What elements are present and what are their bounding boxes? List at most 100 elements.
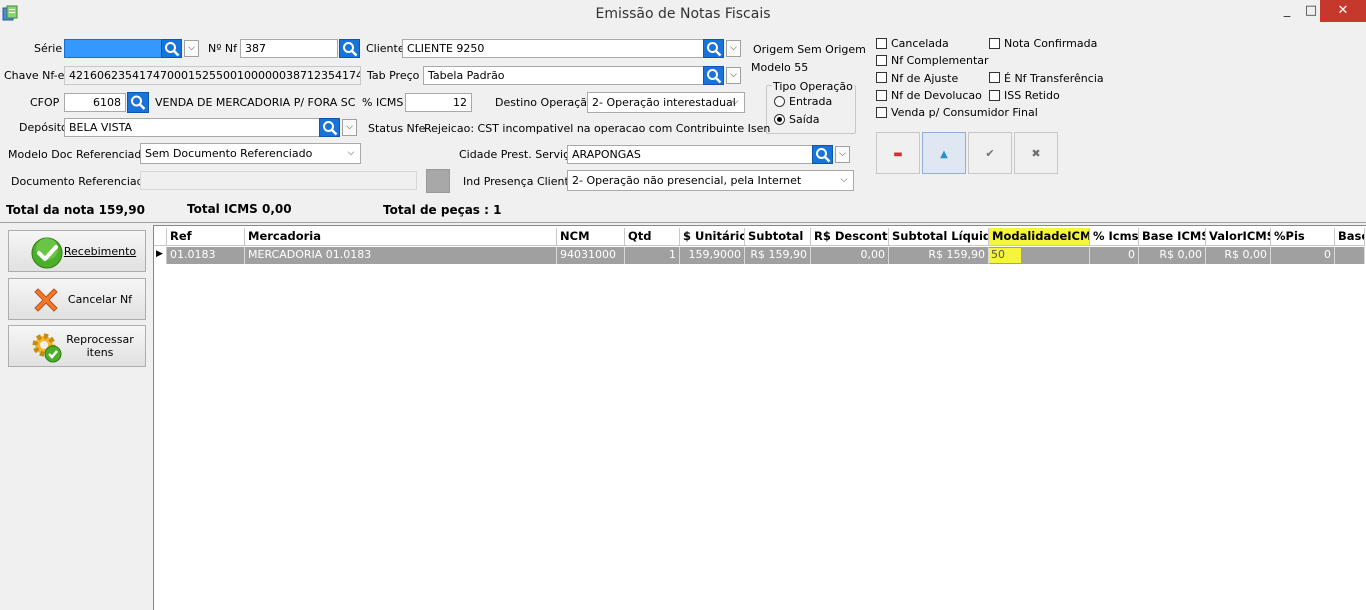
row-indicator-icon: ▶ <box>154 247 167 264</box>
nf-devolucao-checkbox[interactable] <box>876 90 887 101</box>
col-header-ref[interactable]: Ref <box>167 228 245 246</box>
cfop-search-button[interactable] <box>127 92 149 113</box>
deposito-field[interactable]: BELA VISTA <box>64 118 320 137</box>
close-button[interactable]: ✕ <box>1320 0 1366 22</box>
cancel-button[interactable]: ✖ <box>1014 132 1058 174</box>
cliente-dropdown-button[interactable]: ⌵ <box>726 40 741 57</box>
cidade-field[interactable]: ARAPONGAS <box>567 145 813 164</box>
col-header-subtotal-liquido[interactable]: Subtotal Líquido <box>889 228 989 246</box>
modelo-text: Modelo 55 <box>751 61 809 74</box>
cancelar-nf-button[interactable]: Cancelar Nf <box>8 278 146 320</box>
reprocessar-itens-button[interactable]: Reprocessar itens <box>8 325 146 367</box>
cancel-x-icon <box>31 285 61 318</box>
cell-ncm[interactable]: 94031000 <box>557 247 625 264</box>
reprocessar-itens-label: Reprocessar itens <box>59 326 141 366</box>
nf-complementar-checkbox[interactable] <box>876 55 887 66</box>
saida-radio[interactable] <box>774 114 785 125</box>
cell-unitario[interactable]: 159,9000 <box>680 247 745 264</box>
serie-dropdown-button[interactable]: ⌵ <box>184 40 199 57</box>
indpres-value: 2- Operação não presencial, pela Interne… <box>572 174 802 187</box>
minus-button[interactable]: ▬ <box>876 132 920 174</box>
deposito-search-button[interactable] <box>319 118 340 137</box>
cell-subtotal[interactable]: R$ 159,90 <box>745 247 811 264</box>
col-header-ncm[interactable]: NCM <box>557 228 625 246</box>
saida-label: Saída <box>789 113 820 126</box>
cliente-label: Cliente <box>366 42 405 55</box>
confirm-button[interactable]: ✔ <box>968 132 1012 174</box>
cell-ref[interactable]: 01.0183 <box>167 247 245 264</box>
status-value: Rejeicao: CST incompativel na operacao c… <box>424 122 771 135</box>
nnf-search-button[interactable] <box>339 39 360 58</box>
col-header-modalidade-icms[interactable]: ModalidadeICMS <box>989 228 1090 246</box>
col-header-unitario[interactable]: $ Unitário <box>680 228 745 246</box>
entrada-radio[interactable] <box>774 96 785 107</box>
cidade-search-button[interactable] <box>812 145 833 164</box>
cell-icms[interactable]: 0 <box>1090 247 1139 264</box>
cell-base[interactable] <box>1335 247 1365 264</box>
indpres-select[interactable]: 2- Operação não presencial, pela Interne… <box>567 170 854 191</box>
iss-retido-checkbox[interactable] <box>989 90 1000 101</box>
serie-search-button[interactable] <box>161 39 182 58</box>
recebimento-label: Recebimento <box>63 244 137 258</box>
cell-valor-icms[interactable]: R$ 0,00 <box>1206 247 1271 264</box>
destino-label: Destino Operação <box>495 96 594 109</box>
cell-subtotal-liquido[interactable]: R$ 159,90 <box>889 247 989 264</box>
cell-base-icms[interactable]: R$ 0,00 <box>1139 247 1206 264</box>
iss-retido-label: ISS Retido <box>1004 89 1060 102</box>
docref-button[interactable] <box>426 169 450 193</box>
nf-transferencia-checkbox[interactable] <box>989 72 1000 83</box>
cidade-label: Cidade Prest. Serviço <box>459 148 576 161</box>
divider <box>0 222 1366 223</box>
col-header-subtotal[interactable]: Subtotal <box>745 228 811 246</box>
recebimento-button[interactable]: Recebimento <box>8 230 146 272</box>
chevron-down-icon: ⌵ <box>347 148 355 158</box>
tabpreco-field[interactable]: Tabela Padrão <box>423 66 704 85</box>
search-icon <box>813 147 832 163</box>
venda-consumidor-checkbox[interactable] <box>876 107 887 118</box>
icms-field[interactable]: 12 <box>405 93 472 112</box>
nf-ajuste-checkbox[interactable] <box>876 72 887 83</box>
deposito-dropdown-button[interactable]: ⌵ <box>342 119 357 136</box>
cell-modalidade-icms[interactable]: 50 <box>989 247 1090 264</box>
col-header-mercadoria[interactable]: Mercadoria <box>245 228 557 246</box>
venda-consumidor-label: Venda p/ Consumidor Final <box>891 106 1038 119</box>
items-grid[interactable]: Ref Mercadoria NCM Qtd $ Unitário Subtot… <box>153 225 1366 610</box>
minus-icon: ▬ <box>893 149 903 160</box>
cfop-label: CFOP <box>30 96 60 109</box>
nnf-label: Nº Nf <box>208 42 238 55</box>
cell-pis[interactable]: 0 <box>1271 247 1335 264</box>
cell-mercadoria[interactable]: MERCADORIA 01.0183 <box>245 247 557 264</box>
cfop-field[interactable]: 6108 <box>64 93 126 112</box>
cliente-search-button[interactable] <box>703 39 724 58</box>
col-header-valor-icms[interactable]: ValorICMS <box>1206 228 1271 246</box>
col-header-icms[interactable]: % Icms <box>1090 228 1139 246</box>
nf-transferencia-label: É Nf Transferência <box>1004 72 1104 85</box>
modelodoc-select[interactable]: Sem Documento Referenciado ⌵ <box>140 143 361 164</box>
chevron-down-icon: ⌵ <box>730 43 737 53</box>
col-header-qtd[interactable]: Qtd <box>625 228 680 246</box>
tabpreco-dropdown-button[interactable]: ⌵ <box>726 67 741 84</box>
tabpreco-search-button[interactable] <box>703 66 724 85</box>
grid-corner <box>154 228 167 246</box>
search-icon <box>162 41 181 57</box>
cidade-dropdown-button[interactable]: ⌵ <box>835 146 850 163</box>
cancelada-checkbox[interactable] <box>876 38 887 49</box>
nnf-field[interactable]: 387 <box>240 39 338 58</box>
chevron-down-icon: ⌵ <box>730 70 737 80</box>
triangle-up-icon: ▲ <box>940 149 948 160</box>
cell-qtd[interactable]: 1 <box>625 247 680 264</box>
col-header-base[interactable]: Base <box>1335 228 1365 246</box>
destino-select[interactable]: 2- Operação interestadual ⌵ <box>587 92 745 113</box>
chave-field[interactable]: 4216062354174700015255001000000387123541… <box>64 66 361 85</box>
cliente-field[interactable]: CLIENTE 9250 <box>402 39 704 58</box>
cell-desconto[interactable]: 0,00 <box>811 247 889 264</box>
col-header-base-icms[interactable]: Base ICMS <box>1139 228 1206 246</box>
up-button[interactable]: ▲ <box>922 132 966 174</box>
docref-field[interactable] <box>140 171 417 190</box>
modelodoc-label: Modelo Doc Referenciado <box>8 148 149 161</box>
nota-confirmada-checkbox[interactable] <box>989 38 1000 49</box>
col-header-pis[interactable]: %Pis <box>1271 228 1335 246</box>
col-header-desconto[interactable]: R$ Desconto <box>811 228 889 246</box>
serie-field[interactable] <box>64 39 162 58</box>
indpres-label: Ind Presença Cliente <box>463 175 576 188</box>
